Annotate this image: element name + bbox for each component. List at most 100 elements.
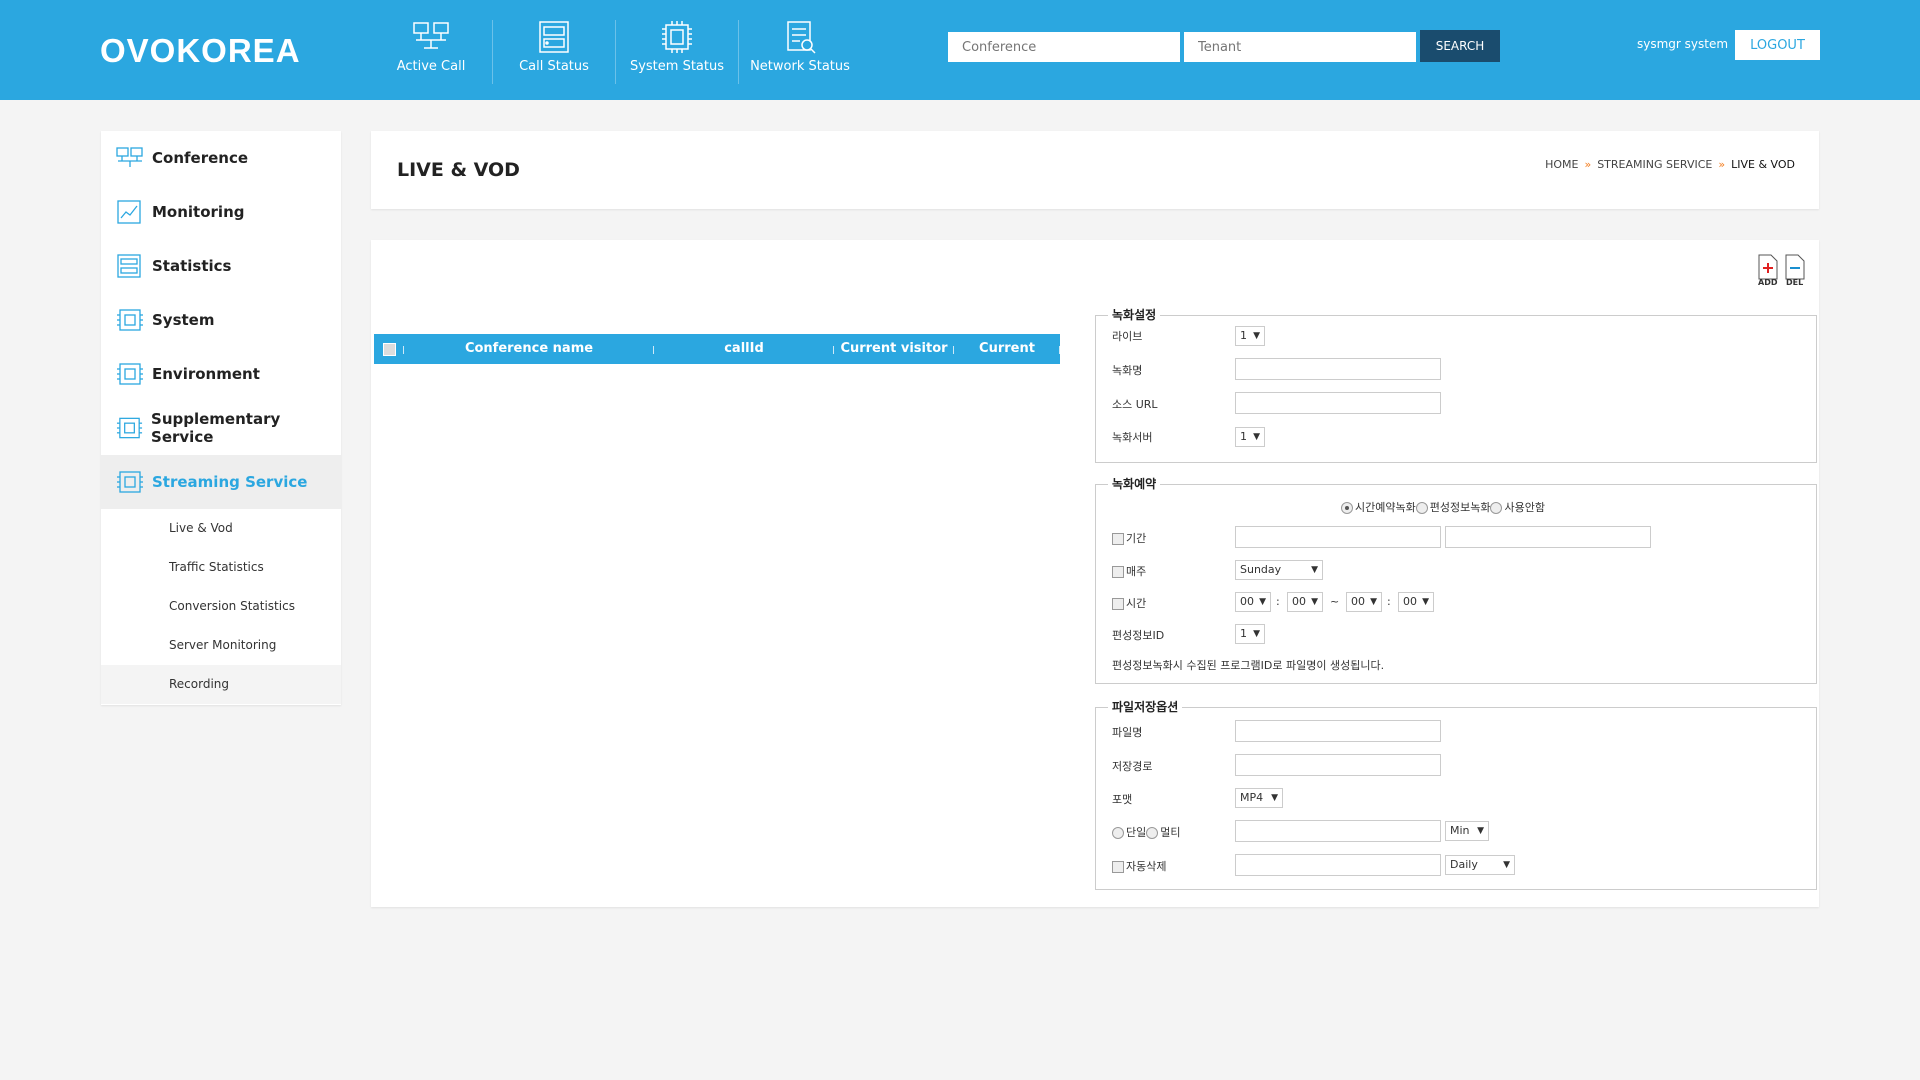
recording-settings-legend: 녹화설정 [1108, 306, 1161, 323]
breadcrumb-home[interactable]: HOME [1545, 158, 1578, 171]
tenant-search-input[interactable] [1184, 32, 1416, 62]
submenu-item-server-monitoring[interactable]: Server Monitoring [101, 626, 341, 665]
split-value-input[interactable] [1235, 820, 1441, 842]
dropdown-arrow-icon: ▼ [1370, 597, 1377, 607]
time-colon: : [1387, 595, 1391, 608]
weekly-checkbox[interactable] [1112, 566, 1124, 578]
weekly-label: 매주 [1126, 565, 1147, 578]
sidebar-item-system[interactable]: System [101, 293, 341, 347]
recording-schedule-legend: 녹화예약 [1108, 475, 1161, 492]
submenu-item-conversion-statistics[interactable]: Conversion Statistics [101, 587, 341, 626]
recording-name-input[interactable] [1235, 358, 1441, 380]
period-checkbox[interactable] [1112, 533, 1124, 545]
breadcrumb: HOME » STREAMING SERVICE » LIVE & VOD [1545, 158, 1795, 171]
start-hour-value: 00 [1240, 595, 1254, 608]
schedule-mode-time-radio[interactable] [1341, 502, 1353, 514]
dropdown-arrow-icon: ▼ [1477, 826, 1484, 836]
conference-search-input[interactable] [948, 32, 1180, 62]
sidebar-item-label: System [152, 311, 215, 329]
single-radio[interactable] [1112, 827, 1124, 839]
sidebar-item-conference[interactable]: Conference [101, 131, 341, 185]
nav-label: Call Status [519, 59, 589, 74]
nav-system-status[interactable]: System Status [616, 20, 739, 84]
sidebar-item-supplementary-service[interactable]: Supplementary Service [101, 401, 341, 455]
weekday-select[interactable]: Sunday ▼ [1235, 560, 1323, 580]
live-label: 라이브 [1112, 330, 1143, 343]
content-panel: ADD DEL Conference name callId Current v… [371, 240, 1819, 907]
nav-call-status[interactable]: Call Status [493, 20, 616, 84]
schedule-id-label: 편성정보ID [1112, 629, 1165, 642]
logout-button[interactable]: LOGOUT [1735, 30, 1820, 60]
save-path-input[interactable] [1235, 754, 1441, 776]
submenu-item-traffic-statistics[interactable]: Traffic Statistics [101, 548, 341, 587]
sidebar-item-streaming-service[interactable]: Streaming Service [101, 455, 341, 509]
dropdown-arrow-icon: ▼ [1271, 793, 1278, 803]
file-options-legend: 파일저장옵션 [1108, 698, 1183, 715]
logo[interactable]: OVOKOREA [100, 32, 301, 70]
chip-icon [117, 471, 143, 493]
dropdown-arrow-icon: ▼ [1253, 432, 1260, 442]
schedule-id-select[interactable]: 1 ▼ [1235, 624, 1265, 644]
breadcrumb-streaming-service[interactable]: STREAMING SERVICE [1597, 158, 1712, 171]
nav-active-call[interactable]: Active Call [370, 20, 493, 84]
nav-network-status[interactable]: Network Status [739, 20, 861, 84]
chart-icon [117, 200, 141, 224]
multi-radio[interactable] [1146, 827, 1159, 839]
chip-icon [117, 309, 143, 331]
schedule-note: 편성정보녹화시 수집된 프로그램ID로 파일명이 생성됩니다. [1112, 659, 1385, 672]
source-url-input[interactable] [1235, 392, 1441, 414]
search-list-icon [787, 21, 816, 54]
table-header-current-visitor-2[interactable]: Current visitor [954, 334, 1060, 386]
dropdown-arrow-icon: ▼ [1311, 565, 1318, 575]
dropdown-arrow-icon: ▼ [1253, 629, 1260, 639]
sidebar-item-monitoring[interactable]: Monitoring [101, 185, 341, 239]
time-colon: : [1276, 595, 1280, 608]
time-checkbox[interactable] [1112, 598, 1124, 610]
end-hour-select[interactable]: 00 ▼ [1346, 592, 1382, 612]
recording-server-select[interactable]: 1 ▼ [1235, 427, 1265, 447]
nav-label: Active Call [396, 59, 466, 74]
search-button[interactable]: SEARCH [1420, 30, 1500, 62]
sidebar-item-label: Streaming Service [152, 473, 308, 491]
sidebar: Conference Monitoring Statistics System … [101, 131, 341, 705]
add-button[interactable]: ADD [1756, 254, 1780, 287]
filename-input[interactable] [1235, 720, 1441, 742]
nav-label: Network Status [750, 59, 850, 74]
live-select[interactable]: 1 ▼ [1235, 326, 1265, 346]
table-header-conference-name[interactable]: Conference name [404, 334, 654, 364]
start-hour-select[interactable]: 00 ▼ [1235, 592, 1271, 612]
delete-button[interactable]: DEL [1783, 254, 1807, 287]
sidebar-item-label: Statistics [152, 257, 232, 275]
auto-delete-checkbox[interactable] [1112, 861, 1124, 873]
recording-settings-group: 녹화설정 라이브 1 ▼ 녹화명 소스 URL 녹화서버 1 ▼ [1095, 306, 1817, 463]
schedule-mode-program-radio[interactable] [1415, 502, 1428, 514]
start-minute-select[interactable]: 00 ▼ [1287, 592, 1323, 612]
sidebar-item-statistics[interactable]: Statistics [101, 239, 341, 293]
end-minute-select[interactable]: 00 ▼ [1398, 592, 1434, 612]
title-panel: LIVE & VOD HOME » STREAMING SERVICE » LIVE &… [371, 131, 1819, 209]
period-start-input[interactable] [1235, 526, 1441, 548]
breadcrumb-separator-icon: » [1718, 158, 1726, 171]
time-label: 시간 [1126, 597, 1147, 610]
period-end-input[interactable] [1445, 526, 1651, 548]
auto-delete-period-select[interactable]: Daily ▼ [1445, 855, 1515, 875]
submenu-item-live-vod[interactable]: Live & Vod [101, 509, 341, 548]
recording-name-label: 녹화명 [1112, 364, 1143, 377]
auto-delete-input[interactable] [1235, 854, 1441, 876]
sidebar-item-label: Environment [152, 365, 260, 383]
single-label: 단일 [1126, 826, 1147, 839]
breadcrumb-current: LIVE & VOD [1731, 158, 1795, 171]
split-unit-select[interactable]: Min ▼ [1445, 821, 1489, 841]
format-select[interactable]: MP4 ▼ [1235, 788, 1283, 808]
recording-schedule-group: 녹화예약 시간예약녹화 편성정보녹화 사용안함 기간 매주 Sunday ▼ 시간 0… [1095, 475, 1817, 684]
split-unit-value: Min [1450, 824, 1470, 837]
schedule-mode-none-label: 사용안함 [1504, 501, 1545, 514]
sidebar-item-environment[interactable]: Environment [101, 347, 341, 401]
schedule-mode-none-radio[interactable] [1490, 502, 1503, 514]
table-header-callid[interactable]: callId [654, 334, 834, 364]
schedule-id-value: 1 [1240, 627, 1247, 640]
table-header-current-visitor[interactable]: Current visitor [834, 334, 954, 364]
submenu-item-recording[interactable]: Recording [101, 665, 341, 704]
format-label: 포맷 [1112, 793, 1133, 806]
schedule-mode-program-label: 편성정보녹화 [1429, 501, 1491, 514]
